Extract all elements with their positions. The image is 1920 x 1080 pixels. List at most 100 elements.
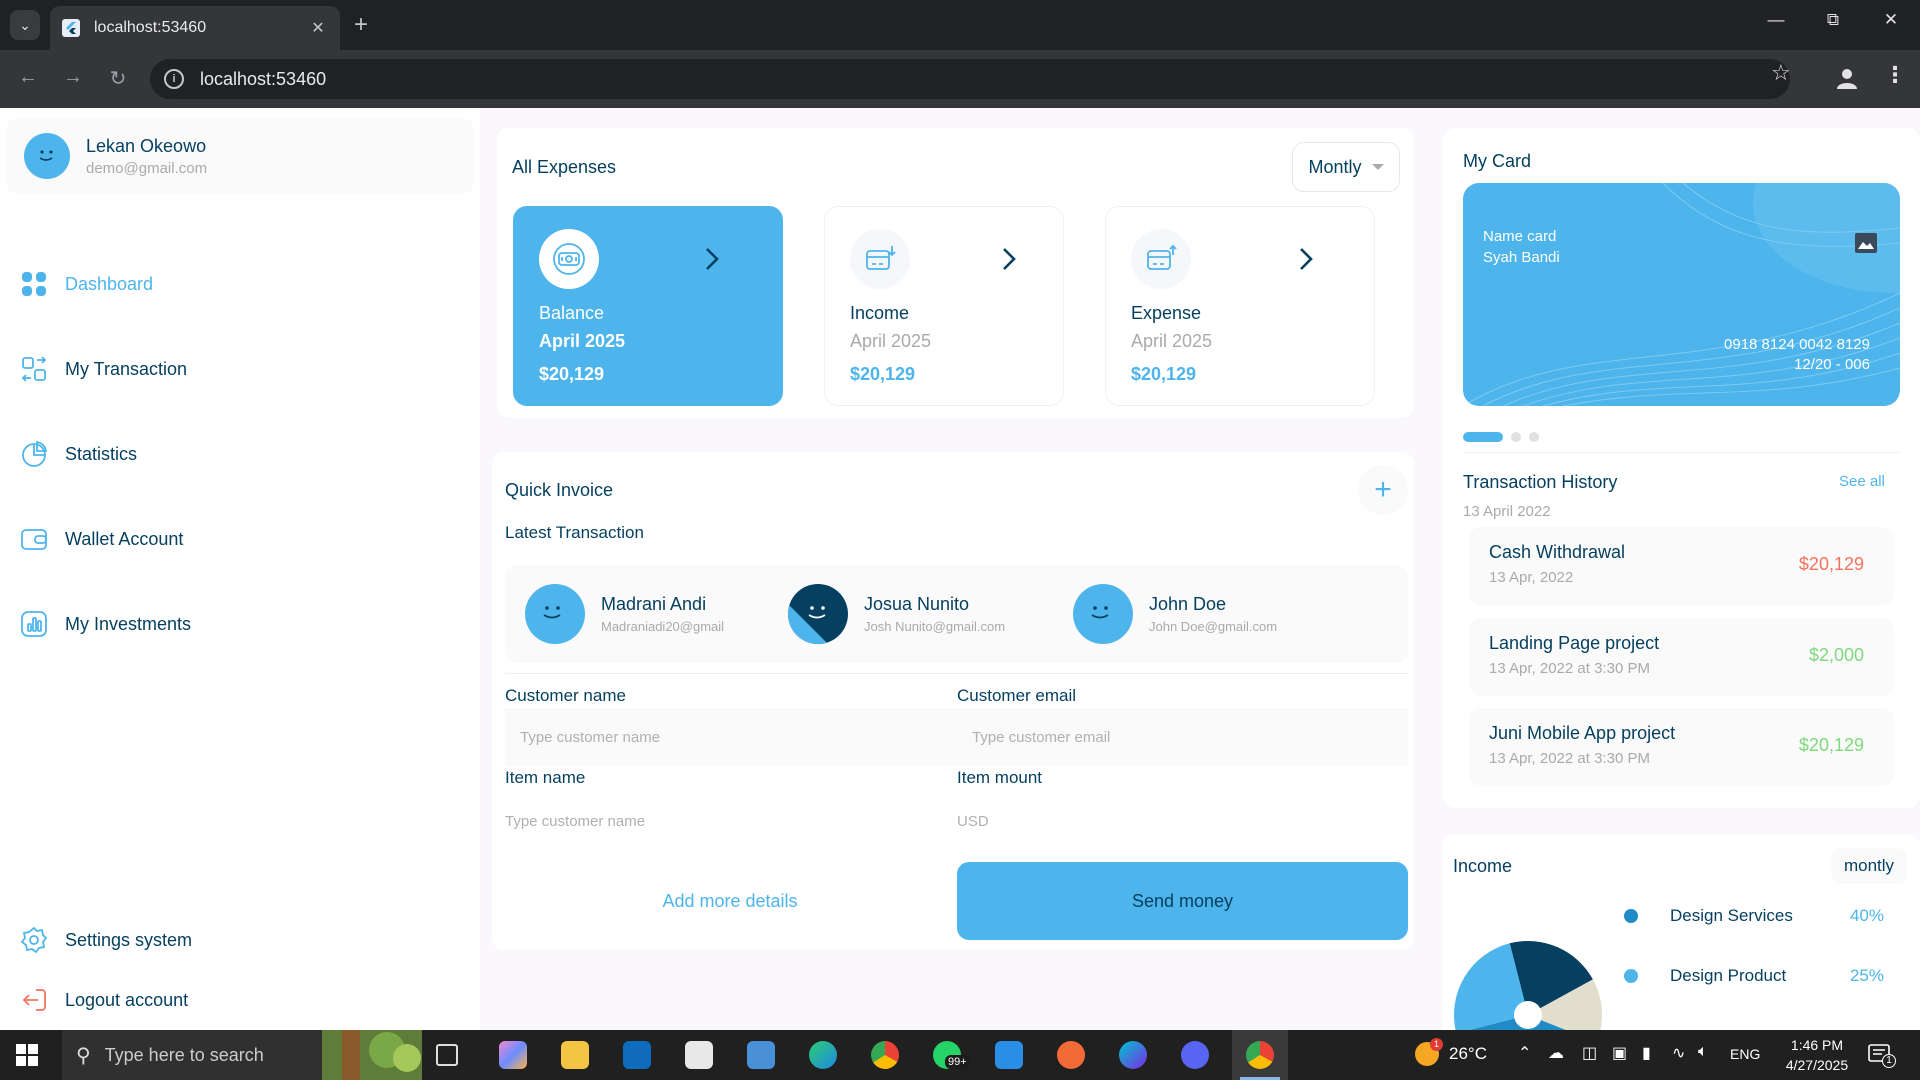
chrome-active-icon[interactable] [1246,1041,1274,1069]
sidebar-item-settings[interactable]: Settings system [0,918,480,962]
chrome-icon[interactable] [871,1041,899,1069]
postman-icon[interactable] [1057,1041,1085,1069]
card-number: 0918 8124 0042 8129 [1724,336,1870,353]
onedrive-icon[interactable]: ☁ [1548,1043,1564,1063]
carousel-dot[interactable] [1511,432,1521,442]
send-money-button[interactable]: Send money [957,862,1408,940]
person-name: John Doe [1149,594,1227,614]
mail-icon[interactable] [747,1041,775,1069]
carousel-dot[interactable] [1529,432,1539,442]
income-card[interactable]: Income April 2025 $20,129 [824,206,1064,406]
list-item[interactable]: Madrani Andi Madraniadi20@gmail [525,575,724,653]
outlook-icon[interactable] [623,1041,651,1069]
balance-card[interactable]: Balance April 2025 $20,129 [513,206,783,406]
battery-icon[interactable]: ▮ [1642,1043,1651,1063]
transaction-item[interactable]: Landing Page project 13 Apr, 2022 at 3:3… [1469,618,1894,696]
list-item[interactable]: Josua Nunito Josh Nunito@gmail.com [788,575,1005,653]
speaker-icon[interactable]: 🔈︎ [1698,1043,1708,1061]
tab-search-dropdown[interactable]: ⌄ [10,10,40,40]
sidebar-item-my-investments[interactable]: My Investments [0,602,480,646]
income-title: Income [1453,856,1513,876]
plus-icon: + [1374,473,1392,506]
card-holder-name: Syah Bandi [1483,249,1560,266]
tray-chevron-up-icon[interactable]: ⌃ [1518,1043,1531,1063]
sidebar-item-my-transaction[interactable]: My Transaction [0,347,480,391]
edge-icon[interactable] [809,1041,837,1069]
sidebar-item-wallet-account[interactable]: Wallet Account [0,517,480,561]
search-icon: ⚲ [76,1044,91,1067]
taskbar-search[interactable]: ⚲ Type here to search [62,1030,422,1080]
back-arrow-icon[interactable]: ← [14,66,42,89]
copilot-icon[interactable] [499,1041,527,1069]
profile-icon[interactable] [1834,65,1860,91]
weather-widget[interactable]: 1 26°C [1415,1038,1487,1066]
forward-arrow-icon[interactable]: → [59,66,87,89]
user-profile-card[interactable]: Lekan Okeowo demo@gmail.com [6,118,474,194]
language-indicator[interactable]: ENG [1730,1046,1760,1062]
tab-close-icon[interactable]: ✕ [308,18,328,38]
add-invoice-button[interactable]: + [1358,465,1408,515]
weather-sun-icon: 1 [1415,1038,1443,1066]
income-period-dropdown[interactable]: montly [1831,848,1907,884]
task-view-icon[interactable] [436,1044,458,1066]
pie-center-hole [1514,1001,1542,1029]
bank-card[interactable]: Name card Syah Bandi 0918 8124 0042 8129… [1463,183,1900,406]
transaction-item[interactable]: Cash Withdrawal 13 Apr, 2022 $20,129 [1469,527,1894,605]
wifi-icon[interactable]: ∿ [1672,1043,1685,1063]
url-omnibox[interactable]: i localhost:53460 [150,59,1790,99]
avatar [525,584,585,644]
sidebar-item-logout[interactable]: Logout account [0,978,480,1022]
notification-icon[interactable]: 1 [1868,1044,1896,1068]
carousel-dot-active[interactable] [1463,432,1503,442]
person-email: Josh Nunito@gmail.com [864,619,1006,634]
avatar [24,133,70,179]
add-more-details-button[interactable]: Add more details [505,862,955,940]
sidebar-item-dashboard[interactable]: Dashboard [0,262,480,306]
weather-badge: 1 [1430,1038,1443,1051]
logout-icon [22,989,46,1011]
canva-icon[interactable] [1119,1041,1147,1069]
discord-icon[interactable] [1181,1041,1209,1069]
new-tab-button[interactable]: + [354,10,368,40]
avatar [1073,584,1133,644]
statistics-icon [22,440,48,467]
file-explorer-icon[interactable] [561,1041,589,1069]
see-all-link[interactable]: See all [1839,473,1885,490]
period-dropdown-value: Montly [1308,156,1362,177]
bookmark-star-icon[interactable]: ☆ [1771,60,1791,86]
whatsapp-icon[interactable]: 99+ [933,1041,970,1069]
windows-taskbar: ⚲ Type here to search 99+ 1 26°C ⌃ ☁ ◫ ▣… [0,1030,1920,1080]
microsoft-store-icon[interactable] [685,1041,713,1069]
reload-icon[interactable]: ↻ [104,66,132,91]
transaction-title: Landing Page project [1489,633,1660,653]
security-icon[interactable]: ▣ [1612,1043,1627,1063]
history-date: 13 April 2022 [1463,503,1551,520]
site-info-icon[interactable]: i [164,69,184,89]
vscode-icon[interactable] [995,1041,1023,1069]
clock-time: 1:46 PM [1790,1037,1844,1053]
system-clock[interactable]: 1:46 PM 4/27/2025 [1782,1035,1852,1075]
transaction-item[interactable]: Juni Mobile App project 13 Apr, 2022 at … [1469,708,1894,786]
restore-icon[interactable]: ⧉ [1810,10,1856,30]
item-name-input[interactable] [505,792,957,850]
transaction-title: Juni Mobile App project [1489,723,1676,743]
windows-start-icon[interactable] [16,1044,38,1066]
browser-tab-bar: ⌄ localhost:53460 ✕ + — ⧉ ✕ [0,0,1920,50]
list-item[interactable]: John Doe John Doe@gmail.com [1073,575,1277,653]
whatsapp-badge: 99+ [945,1055,970,1069]
sidebar-item-statistics[interactable]: Statistics [0,432,480,476]
customer-name-input[interactable] [505,708,957,766]
browser-tab[interactable]: localhost:53460 ✕ [50,6,340,50]
person-email: Madraniadi20@gmail [601,619,725,634]
period-dropdown[interactable]: Montly [1292,142,1400,192]
transaction-date: 13 Apr, 2022 at 3:30 PM [1489,660,1650,677]
device-icon[interactable]: ◫ [1582,1043,1597,1063]
close-window-icon[interactable]: ✕ [1868,10,1914,30]
expense-card[interactable]: Expense April 2025 $20,129 [1105,206,1375,406]
browser-menu-icon[interactable]: ⋮ [1884,62,1906,88]
customer-email-input[interactable] [957,708,1408,766]
transaction-amount: $20,129 [1798,554,1864,574]
item-amount-input[interactable] [957,792,1408,850]
minimize-icon[interactable]: — [1753,10,1799,30]
legend-row: Design Services 40% [1624,904,1900,928]
